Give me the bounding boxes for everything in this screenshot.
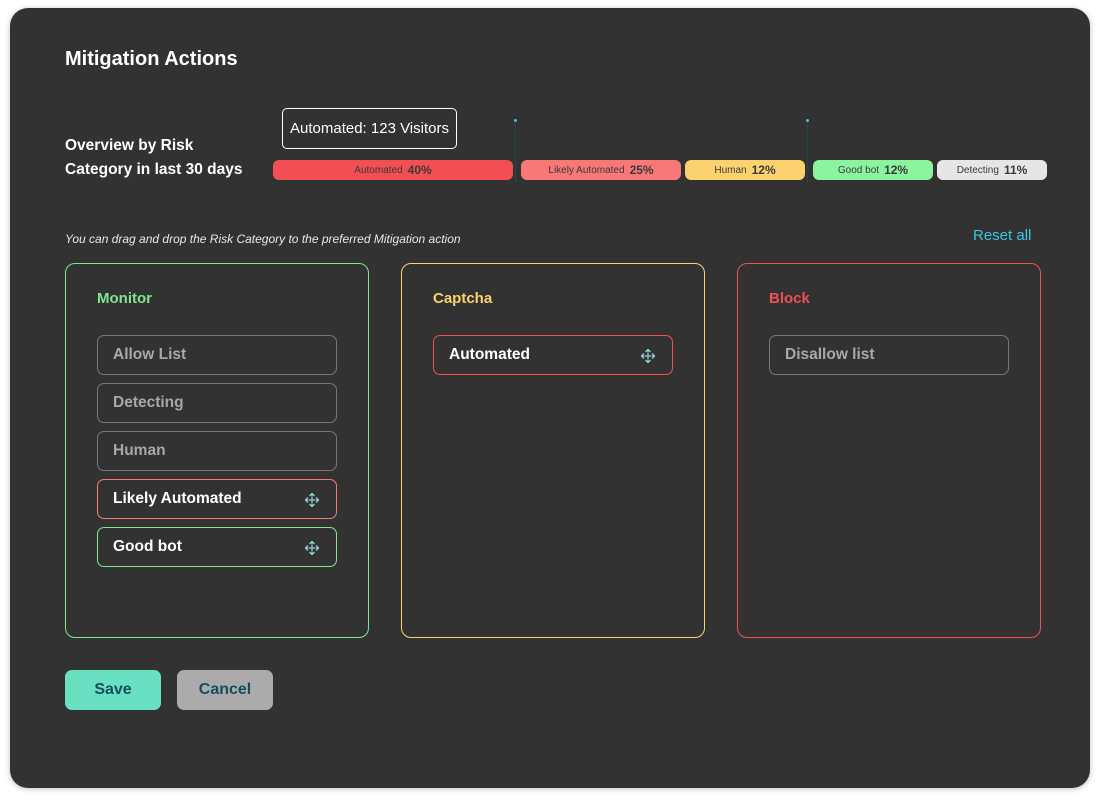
cancel-button[interactable]: Cancel	[177, 670, 273, 710]
monitor-title: Monitor	[97, 290, 152, 307]
risk-item-automated[interactable]: Automated	[433, 335, 673, 375]
item-label: Good bot	[113, 538, 182, 555]
monitor-column[interactable]: Monitor Allow List Detecting Human Likel…	[65, 263, 369, 638]
reset-all-link[interactable]: Reset all	[973, 227, 1031, 244]
risk-item-likely-automated[interactable]: Likely Automated	[97, 479, 337, 519]
item-label: Likely Automated	[113, 490, 242, 507]
drag-move-icon[interactable]	[304, 540, 320, 556]
risk-segment-automated[interactable]: Automated 40%	[273, 160, 513, 180]
segment-percent: 25%	[629, 163, 654, 177]
segment-label: Human	[714, 164, 747, 176]
segment-label: Good bot	[837, 164, 880, 176]
risk-item-detecting: Detecting	[97, 383, 337, 423]
page-title: Mitigation Actions	[65, 48, 238, 70]
segment-marker-dot	[806, 119, 809, 122]
segment-tooltip: Automated: 123 Visitors	[282, 108, 457, 149]
segment-percent: 12%	[751, 163, 776, 177]
risk-item-good-bot[interactable]: Good bot	[97, 527, 337, 567]
risk-item-allow-list: Allow List	[97, 335, 337, 375]
segment-percent: 12%	[884, 163, 909, 177]
segment-label: Automated	[354, 164, 403, 176]
segment-percent: 11%	[1003, 163, 1028, 177]
save-button[interactable]: Save	[65, 670, 161, 710]
segment-percent: 40%	[407, 163, 432, 177]
segment-label: Likely Automated	[548, 164, 625, 176]
item-label: Disallow list	[785, 346, 875, 363]
risk-category-bar: Automated 40% Likely Automated 25% Human…	[10, 160, 1090, 180]
item-label: Detecting	[113, 394, 184, 411]
mitigation-actions-panel: Mitigation Actions Overview by Risk Cate…	[10, 8, 1090, 788]
risk-segment-likely-automated[interactable]: Likely Automated 25%	[521, 160, 681, 180]
segment-marker-dot	[514, 119, 517, 122]
drag-move-icon[interactable]	[640, 348, 656, 364]
item-label: Human	[113, 442, 166, 459]
risk-segment-detecting[interactable]: Detecting 11%	[937, 160, 1047, 180]
block-column[interactable]: Block Disallow list	[737, 263, 1041, 638]
drag-drop-hint: You can drag and drop the Risk Category …	[65, 232, 461, 246]
risk-segment-human[interactable]: Human 12%	[685, 160, 805, 180]
captcha-column[interactable]: Captcha Automated	[401, 263, 705, 638]
captcha-title: Captcha	[433, 290, 493, 307]
risk-segment-good-bot[interactable]: Good bot 12%	[813, 160, 933, 180]
risk-item-human: Human	[97, 431, 337, 471]
item-label: Allow List	[113, 346, 187, 363]
item-label: Automated	[449, 346, 530, 363]
risk-item-disallow-list: Disallow list	[769, 335, 1009, 375]
block-title: Block	[769, 290, 810, 307]
drag-move-icon[interactable]	[304, 492, 320, 508]
segment-label: Detecting	[956, 164, 999, 176]
